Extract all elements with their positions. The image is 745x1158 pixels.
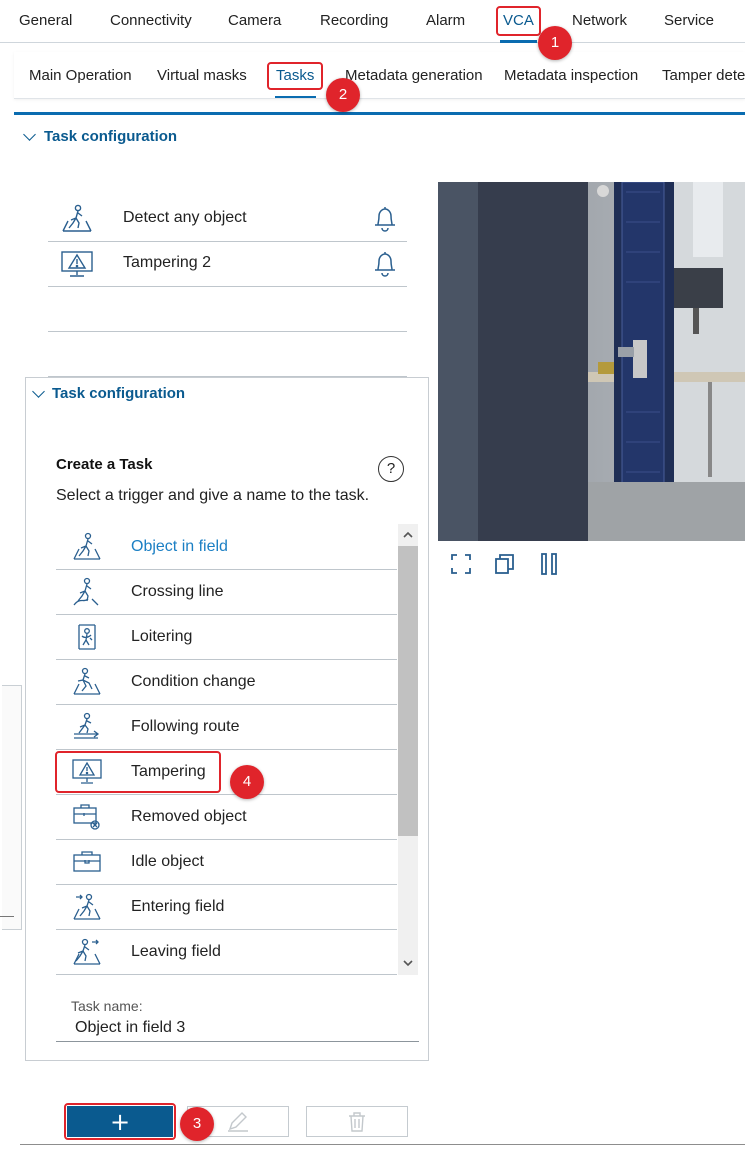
removed-object-icon xyxy=(73,804,100,830)
side-panel-edge xyxy=(2,685,22,930)
section-title: Task configuration xyxy=(44,128,178,145)
subtab-tamper-detection[interactable]: Tamper dete xyxy=(662,67,745,84)
trigger-label: Object in field xyxy=(131,538,228,555)
trigger-loitering[interactable]: Loitering xyxy=(56,615,397,660)
bell-icon[interactable] xyxy=(373,205,397,233)
tab-general[interactable]: General xyxy=(19,12,72,29)
trigger-label: Loitering xyxy=(131,628,193,645)
following-route-icon xyxy=(74,712,100,739)
footer-divider xyxy=(20,1144,745,1145)
trigger-label: Idle object xyxy=(131,853,204,870)
sub-nav-tabs: Main Operation Virtual masks Tasks Metad… xyxy=(14,52,745,99)
camera-image xyxy=(438,182,745,541)
trigger-label: Following route xyxy=(131,718,240,735)
section-divider xyxy=(14,112,745,115)
trigger-list-scrollbar[interactable] xyxy=(398,524,418,975)
trigger-leaving-field[interactable]: Leaving field xyxy=(56,930,397,975)
scrollbar-thumb[interactable] xyxy=(398,546,418,836)
highlight-add-button xyxy=(64,1103,176,1140)
snapshot-icon[interactable] xyxy=(494,552,516,576)
panel-title: Task configuration xyxy=(52,385,186,402)
object-in-field-icon xyxy=(73,532,101,560)
highlight-tampering-trigger xyxy=(55,751,221,793)
chevron-down-icon xyxy=(32,385,45,398)
chevron-down-icon xyxy=(23,128,36,141)
trigger-label: Entering field xyxy=(131,898,225,915)
trigger-label: Crossing line xyxy=(131,583,224,600)
trash-icon xyxy=(349,1111,365,1132)
leaving-field-icon xyxy=(73,938,101,965)
trigger-idle-object[interactable]: Idle object xyxy=(56,840,397,885)
step-badge: 2 xyxy=(326,78,360,112)
pencil-icon xyxy=(228,1111,248,1132)
crossing-line-icon xyxy=(73,577,99,606)
tab-network[interactable]: Network xyxy=(572,12,627,29)
active-subtab-indicator xyxy=(275,96,316,98)
delete-task-button[interactable] xyxy=(306,1106,408,1137)
highlight-vca-tab xyxy=(496,6,541,36)
step-badge: 4 xyxy=(230,765,264,799)
top-nav-tabs: General Connectivity Camera Recording Al… xyxy=(0,0,745,43)
pause-icon[interactable] xyxy=(538,552,560,576)
help-icon[interactable]: ? xyxy=(378,456,404,482)
subtab-virtual-masks[interactable]: Virtual masks xyxy=(157,67,247,84)
trigger-object-in-field[interactable]: Object in field xyxy=(56,525,397,570)
subtab-metadata-generation[interactable]: Metadata generation xyxy=(345,67,483,84)
step-badge: 3 xyxy=(180,1107,214,1141)
tab-alarm[interactable]: Alarm xyxy=(426,12,465,29)
scroll-up-icon[interactable] xyxy=(402,530,414,540)
task-row[interactable]: Detect any object xyxy=(48,197,407,242)
active-tab-indicator xyxy=(500,40,537,43)
tab-connectivity[interactable]: Connectivity xyxy=(110,12,192,29)
trigger-label: Removed object xyxy=(131,808,247,825)
tab-service[interactable]: Service xyxy=(664,12,714,29)
trigger-crossing-line[interactable]: Crossing line xyxy=(56,570,397,615)
trigger-entering-field[interactable]: Entering field xyxy=(56,885,397,930)
object-in-field-icon xyxy=(62,204,92,232)
task-row[interactable]: Tampering 2 xyxy=(48,242,407,287)
tab-camera[interactable]: Camera xyxy=(228,12,281,29)
scroll-down-icon[interactable] xyxy=(402,958,414,968)
tab-recording[interactable]: Recording xyxy=(320,12,388,29)
list-divider xyxy=(48,331,407,332)
idle-object-icon xyxy=(73,851,101,872)
task-name-label: Task name: xyxy=(71,998,143,1014)
subtab-main-operation[interactable]: Main Operation xyxy=(29,67,132,84)
panel-header[interactable]: Task configuration xyxy=(28,383,328,405)
side-panel-tick xyxy=(0,916,14,917)
step-badge: 1 xyxy=(538,26,572,60)
trigger-label: Leaving field xyxy=(131,943,221,960)
task-configuration-header[interactable]: Task configuration xyxy=(20,126,320,148)
fullscreen-icon[interactable] xyxy=(450,552,472,576)
create-task-heading: Create a Task xyxy=(56,456,153,473)
task-label: Tampering 2 xyxy=(123,254,212,271)
entering-field-icon xyxy=(73,893,101,920)
trigger-removed-object[interactable]: Removed object xyxy=(56,795,397,840)
loitering-icon xyxy=(78,624,96,650)
subtab-metadata-inspection[interactable]: Metadata inspection xyxy=(504,67,638,84)
bell-icon[interactable] xyxy=(373,250,397,278)
highlight-tasks-subtab xyxy=(267,62,323,90)
task-name-field[interactable] xyxy=(56,1015,419,1042)
trigger-following-route[interactable]: Following route xyxy=(56,705,397,750)
condition-change-icon xyxy=(73,667,101,695)
task-label: Detect any object xyxy=(123,209,247,226)
camera-live-view[interactable] xyxy=(438,182,745,541)
trigger-condition-change[interactable]: Condition change xyxy=(56,660,397,705)
create-task-instruction: Select a trigger and give a name to the … xyxy=(56,487,370,504)
trigger-label: Condition change xyxy=(131,673,256,690)
tampering-icon xyxy=(61,251,93,277)
